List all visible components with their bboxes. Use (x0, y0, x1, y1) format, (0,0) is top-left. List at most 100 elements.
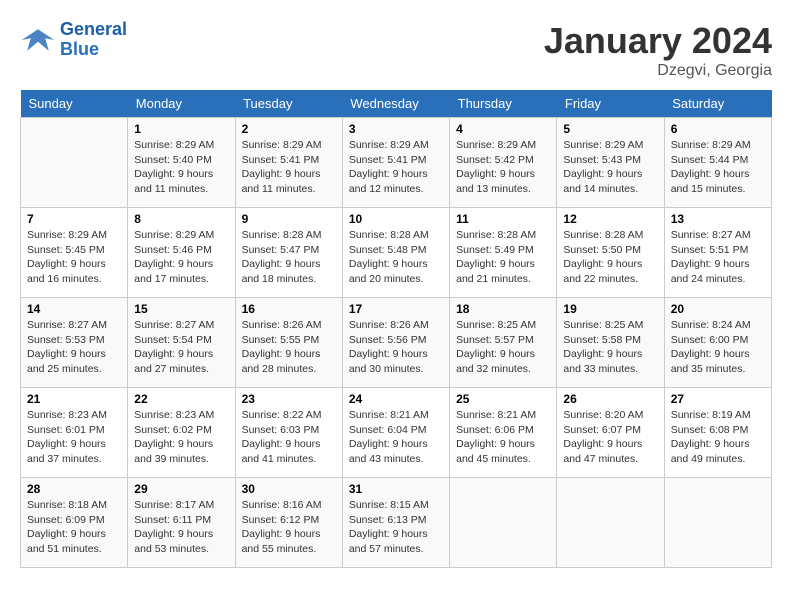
day-info: Sunrise: 8:27 AMSunset: 5:54 PMDaylight:… (134, 318, 228, 377)
day-info: Sunrise: 8:29 AMSunset: 5:44 PMDaylight:… (671, 138, 765, 197)
day-cell: 20 Sunrise: 8:24 AMSunset: 6:00 PMDaylig… (664, 298, 771, 388)
day-cell: 13 Sunrise: 8:27 AMSunset: 5:51 PMDaylig… (664, 208, 771, 298)
day-cell: 11 Sunrise: 8:28 AMSunset: 5:49 PMDaylig… (450, 208, 557, 298)
title-block: January 2024 Dzegvi, Georgia (544, 20, 772, 80)
page-header: General Blue January 2024 Dzegvi, Georgi… (20, 20, 772, 80)
day-cell: 26 Sunrise: 8:20 AMSunset: 6:07 PMDaylig… (557, 388, 664, 478)
day-number: 28 (27, 482, 121, 496)
week-row-1: 1 Sunrise: 8:29 AMSunset: 5:40 PMDayligh… (21, 118, 772, 208)
day-info: Sunrise: 8:21 AMSunset: 6:04 PMDaylight:… (349, 408, 443, 467)
day-number: 18 (456, 302, 550, 316)
day-info: Sunrise: 8:26 AMSunset: 5:55 PMDaylight:… (242, 318, 336, 377)
day-info: Sunrise: 8:23 AMSunset: 6:01 PMDaylight:… (27, 408, 121, 467)
header-cell-wednesday: Wednesday (342, 90, 449, 118)
day-cell: 23 Sunrise: 8:22 AMSunset: 6:03 PMDaylig… (235, 388, 342, 478)
day-cell: 12 Sunrise: 8:28 AMSunset: 5:50 PMDaylig… (557, 208, 664, 298)
day-cell (557, 478, 664, 568)
logo-icon (20, 25, 56, 55)
day-number: 8 (134, 212, 228, 226)
day-info: Sunrise: 8:29 AMSunset: 5:40 PMDaylight:… (134, 138, 228, 197)
day-cell: 31 Sunrise: 8:15 AMSunset: 6:13 PMDaylig… (342, 478, 449, 568)
day-cell: 29 Sunrise: 8:17 AMSunset: 6:11 PMDaylig… (128, 478, 235, 568)
day-cell: 17 Sunrise: 8:26 AMSunset: 5:56 PMDaylig… (342, 298, 449, 388)
day-cell: 7 Sunrise: 8:29 AMSunset: 5:45 PMDayligh… (21, 208, 128, 298)
day-info: Sunrise: 8:22 AMSunset: 6:03 PMDaylight:… (242, 408, 336, 467)
day-info: Sunrise: 8:29 AMSunset: 5:41 PMDaylight:… (242, 138, 336, 197)
day-info: Sunrise: 8:28 AMSunset: 5:47 PMDaylight:… (242, 228, 336, 287)
day-info: Sunrise: 8:27 AMSunset: 5:53 PMDaylight:… (27, 318, 121, 377)
day-cell: 25 Sunrise: 8:21 AMSunset: 6:06 PMDaylig… (450, 388, 557, 478)
day-info: Sunrise: 8:16 AMSunset: 6:12 PMDaylight:… (242, 498, 336, 557)
header-row: SundayMondayTuesdayWednesdayThursdayFrid… (21, 90, 772, 118)
day-info: Sunrise: 8:25 AMSunset: 5:57 PMDaylight:… (456, 318, 550, 377)
day-info: Sunrise: 8:21 AMSunset: 6:06 PMDaylight:… (456, 408, 550, 467)
day-number: 29 (134, 482, 228, 496)
day-number: 6 (671, 122, 765, 136)
day-number: 25 (456, 392, 550, 406)
day-cell: 22 Sunrise: 8:23 AMSunset: 6:02 PMDaylig… (128, 388, 235, 478)
day-number: 11 (456, 212, 550, 226)
header-cell-friday: Friday (557, 90, 664, 118)
day-number: 9 (242, 212, 336, 226)
day-cell: 24 Sunrise: 8:21 AMSunset: 6:04 PMDaylig… (342, 388, 449, 478)
day-number: 19 (563, 302, 657, 316)
day-number: 5 (563, 122, 657, 136)
day-number: 12 (563, 212, 657, 226)
day-number: 26 (563, 392, 657, 406)
day-cell: 4 Sunrise: 8:29 AMSunset: 5:42 PMDayligh… (450, 118, 557, 208)
day-number: 10 (349, 212, 443, 226)
week-row-2: 7 Sunrise: 8:29 AMSunset: 5:45 PMDayligh… (21, 208, 772, 298)
week-row-4: 21 Sunrise: 8:23 AMSunset: 6:01 PMDaylig… (21, 388, 772, 478)
day-info: Sunrise: 8:17 AMSunset: 6:11 PMDaylight:… (134, 498, 228, 557)
day-number: 4 (456, 122, 550, 136)
day-cell: 10 Sunrise: 8:28 AMSunset: 5:48 PMDaylig… (342, 208, 449, 298)
day-number: 7 (27, 212, 121, 226)
day-cell: 9 Sunrise: 8:28 AMSunset: 5:47 PMDayligh… (235, 208, 342, 298)
day-number: 21 (27, 392, 121, 406)
day-cell: 3 Sunrise: 8:29 AMSunset: 5:41 PMDayligh… (342, 118, 449, 208)
day-cell: 18 Sunrise: 8:25 AMSunset: 5:57 PMDaylig… (450, 298, 557, 388)
day-cell (450, 478, 557, 568)
day-cell: 28 Sunrise: 8:18 AMSunset: 6:09 PMDaylig… (21, 478, 128, 568)
header-cell-sunday: Sunday (21, 90, 128, 118)
day-number: 23 (242, 392, 336, 406)
day-cell: 5 Sunrise: 8:29 AMSunset: 5:43 PMDayligh… (557, 118, 664, 208)
day-cell: 6 Sunrise: 8:29 AMSunset: 5:44 PMDayligh… (664, 118, 771, 208)
week-row-5: 28 Sunrise: 8:18 AMSunset: 6:09 PMDaylig… (21, 478, 772, 568)
day-info: Sunrise: 8:24 AMSunset: 6:00 PMDaylight:… (671, 318, 765, 377)
day-cell: 19 Sunrise: 8:25 AMSunset: 5:58 PMDaylig… (557, 298, 664, 388)
logo-text: General Blue (60, 20, 127, 60)
day-number: 16 (242, 302, 336, 316)
day-info: Sunrise: 8:29 AMSunset: 5:43 PMDaylight:… (563, 138, 657, 197)
day-cell: 27 Sunrise: 8:19 AMSunset: 6:08 PMDaylig… (664, 388, 771, 478)
header-cell-tuesday: Tuesday (235, 90, 342, 118)
location: Dzegvi, Georgia (544, 62, 772, 80)
header-cell-thursday: Thursday (450, 90, 557, 118)
day-info: Sunrise: 8:20 AMSunset: 6:07 PMDaylight:… (563, 408, 657, 467)
header-cell-saturday: Saturday (664, 90, 771, 118)
day-info: Sunrise: 8:29 AMSunset: 5:46 PMDaylight:… (134, 228, 228, 287)
day-number: 27 (671, 392, 765, 406)
day-info: Sunrise: 8:18 AMSunset: 6:09 PMDaylight:… (27, 498, 121, 557)
day-info: Sunrise: 8:15 AMSunset: 6:13 PMDaylight:… (349, 498, 443, 557)
day-info: Sunrise: 8:28 AMSunset: 5:48 PMDaylight:… (349, 228, 443, 287)
day-cell: 21 Sunrise: 8:23 AMSunset: 6:01 PMDaylig… (21, 388, 128, 478)
day-number: 13 (671, 212, 765, 226)
day-cell: 8 Sunrise: 8:29 AMSunset: 5:46 PMDayligh… (128, 208, 235, 298)
day-info: Sunrise: 8:23 AMSunset: 6:02 PMDaylight:… (134, 408, 228, 467)
day-cell: 15 Sunrise: 8:27 AMSunset: 5:54 PMDaylig… (128, 298, 235, 388)
day-cell (664, 478, 771, 568)
day-number: 22 (134, 392, 228, 406)
day-cell (21, 118, 128, 208)
day-info: Sunrise: 8:25 AMSunset: 5:58 PMDaylight:… (563, 318, 657, 377)
header-cell-monday: Monday (128, 90, 235, 118)
day-cell: 2 Sunrise: 8:29 AMSunset: 5:41 PMDayligh… (235, 118, 342, 208)
day-number: 3 (349, 122, 443, 136)
day-info: Sunrise: 8:27 AMSunset: 5:51 PMDaylight:… (671, 228, 765, 287)
week-row-3: 14 Sunrise: 8:27 AMSunset: 5:53 PMDaylig… (21, 298, 772, 388)
day-info: Sunrise: 8:29 AMSunset: 5:42 PMDaylight:… (456, 138, 550, 197)
day-number: 14 (27, 302, 121, 316)
day-cell: 16 Sunrise: 8:26 AMSunset: 5:55 PMDaylig… (235, 298, 342, 388)
day-cell: 14 Sunrise: 8:27 AMSunset: 5:53 PMDaylig… (21, 298, 128, 388)
day-cell: 30 Sunrise: 8:16 AMSunset: 6:12 PMDaylig… (235, 478, 342, 568)
